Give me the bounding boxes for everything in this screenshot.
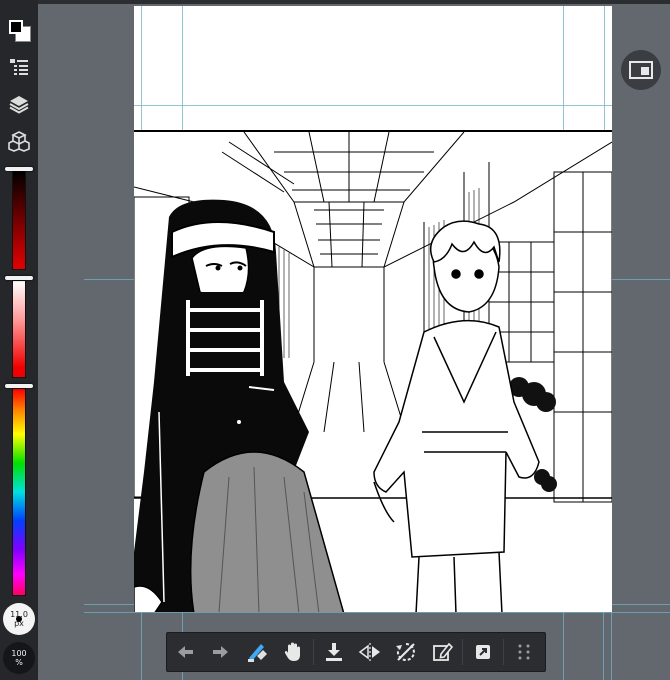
blank-manga-panel [134,6,612,130]
toolbar-divider [462,639,463,665]
share-button[interactable] [465,634,501,670]
brightness-slider-knob[interactable] [5,167,33,171]
hand-icon [284,642,300,661]
guide-line [84,612,670,613]
view-toggle-icon [629,61,653,79]
opacity-indicator[interactable]: 100 % [3,642,35,674]
bottom-toolbar [166,632,546,672]
guide-line [84,279,134,280]
guide-line [134,105,612,106]
brush-list-button[interactable] [5,53,33,81]
pen-eraser-button[interactable] [239,634,275,670]
hue-slider-knob[interactable] [5,384,33,388]
rotate-reset-icon [396,643,415,661]
brush-dot-icon [16,616,22,622]
toolbar-divider [503,639,504,665]
color-swatch[interactable] [9,20,31,42]
pen-eraser-icon [248,644,267,662]
hand-tool-button[interactable] [275,634,311,670]
guide-line [141,612,142,680]
guide-line [611,612,612,680]
materials-button[interactable] [5,127,33,155]
left-toolbar: 11.0 px 100 % [0,0,38,680]
edit-page-button[interactable] [424,634,460,670]
brightness-slider[interactable] [12,170,26,270]
layers-button[interactable] [5,90,33,118]
import-button[interactable] [316,634,352,670]
brush-list-icon [10,59,28,75]
opacity-value: 100 [11,649,27,658]
flip-horizontal-icon [358,643,380,661]
saturation-slider-knob[interactable] [5,276,33,280]
import-icon [326,643,342,661]
saturation-slider[interactable] [12,280,26,378]
primary-color-swatch[interactable] [9,20,23,34]
manga-illustration [134,131,612,612]
guide-line [603,612,604,680]
materials-icon [8,131,30,152]
hue-slider[interactable] [12,388,26,596]
view-toggle-button[interactable] [621,50,661,90]
rotate-reset-button[interactable] [388,634,424,670]
grid-menu-button[interactable] [506,634,542,670]
opacity-unit: % [15,658,23,667]
top-strip [0,0,670,4]
undo-button[interactable] [167,634,203,670]
guide-line [612,279,670,280]
edit-page-icon [433,642,453,661]
toolbar-divider [313,639,314,665]
brush-size-indicator[interactable]: 11.0 px [3,603,35,635]
flip-horizontal-button[interactable] [352,634,388,670]
redo-button[interactable] [203,634,239,670]
grid-menu-icon [518,644,530,660]
share-icon [476,645,490,659]
guide-line [563,612,564,680]
manga-panel-artwork [134,130,612,612]
layers-icon [9,96,29,114]
redo-icon [213,646,228,658]
undo-icon [178,646,193,658]
drawing-canvas[interactable] [134,6,612,612]
